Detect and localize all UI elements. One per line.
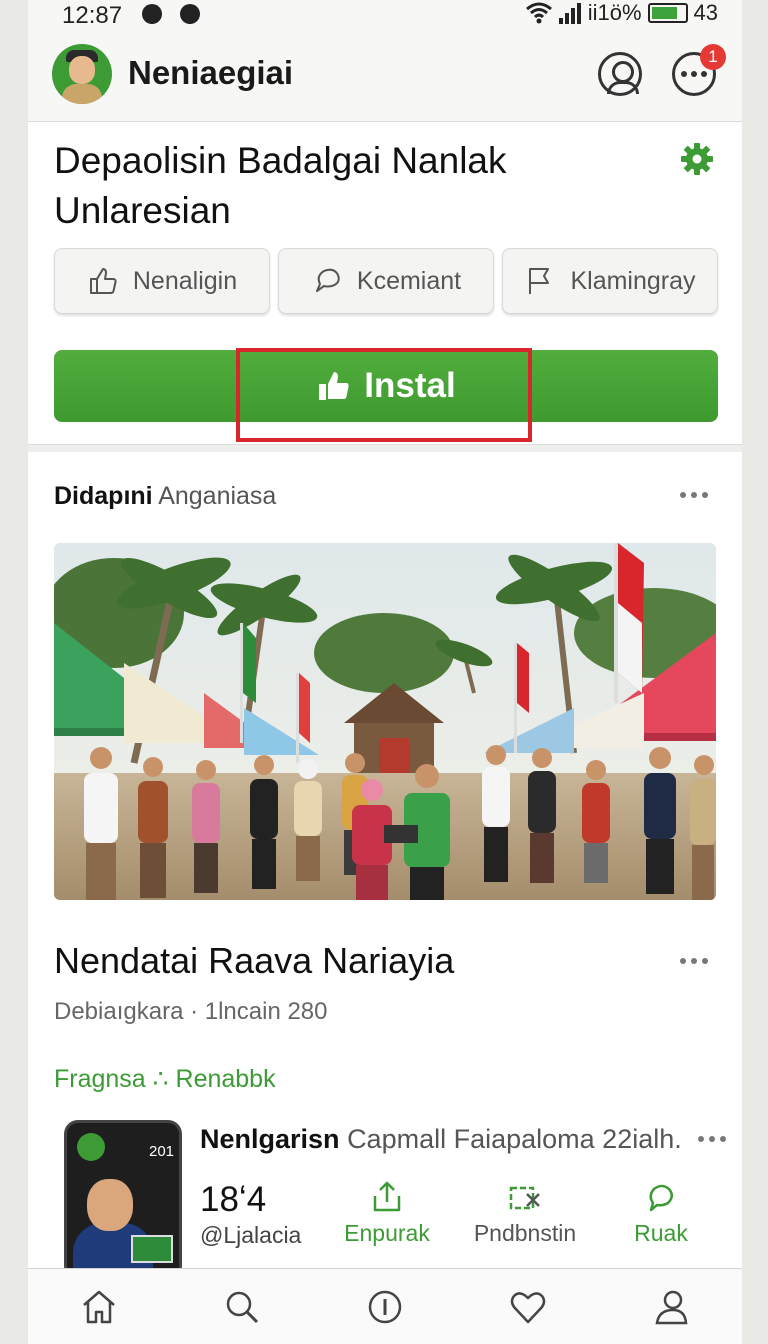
app-name: Neniaegiai xyxy=(128,54,294,91)
battery-text: ii1ö% xyxy=(587,0,642,25)
more-icon[interactable] xyxy=(680,492,708,498)
section-sub: Anganiasa xyxy=(158,482,277,510)
info-icon[interactable] xyxy=(365,1287,405,1327)
wifi-icon xyxy=(525,2,552,24)
status-time: 12:87 xyxy=(62,2,123,29)
reply-button[interactable]: Ruak xyxy=(606,1180,716,1247)
dismiss-button[interactable]: Pndbnstin xyxy=(470,1180,580,1247)
hide-icon xyxy=(509,1186,540,1210)
divider xyxy=(28,444,742,452)
share-icon xyxy=(373,1181,401,1212)
market-photo xyxy=(54,543,716,900)
comment-button[interactable]: Kcemiant xyxy=(278,248,494,314)
story-link[interactable]: Fragnsa ∴ Renabbk xyxy=(54,1064,276,1094)
section-name: Didapıni xyxy=(54,482,153,510)
status-extra: 43 xyxy=(693,0,718,25)
reply-label: Ruak xyxy=(634,1220,688,1246)
dismiss-label: Pndbnstin xyxy=(473,1220,577,1246)
story-title[interactable]: Nendatai Raava Nariayia xyxy=(54,940,454,982)
share-label: Enpurak xyxy=(344,1220,430,1246)
comment-icon xyxy=(315,268,340,292)
profile-icon[interactable] xyxy=(598,52,642,96)
record-icon xyxy=(180,4,200,24)
sub-post-count: 18ʻ4 xyxy=(200,1180,267,1219)
post-photo[interactable] xyxy=(54,543,716,900)
battery-icon xyxy=(647,3,688,23)
like-label: Nenaligin xyxy=(132,266,238,295)
sub-post-handle[interactable]: @Ljalacia xyxy=(200,1222,301,1249)
speech-bubble-icon xyxy=(649,1184,673,1212)
thumbs-up-icon xyxy=(89,268,117,294)
flag-icon xyxy=(529,268,550,294)
account-icon[interactable] xyxy=(651,1287,691,1327)
notification-icon xyxy=(142,4,162,24)
section-header: Didapıni Anganiasa xyxy=(54,482,276,511)
notification-badge: 1 xyxy=(700,44,726,70)
heart-icon[interactable] xyxy=(508,1287,548,1327)
sub-post-author[interactable]: Nenlgarisn xyxy=(200,1124,340,1154)
comment-label: Kcemiant xyxy=(356,266,462,295)
post-actions: Nenaligin Kcemiant Klamingray xyxy=(54,248,718,314)
sub-post-caption: Capmall Faiapaloma 22ialh. xyxy=(347,1124,682,1154)
flag-button[interactable]: Klamingray xyxy=(502,248,718,314)
like-button[interactable]: Nenaligin xyxy=(54,248,270,314)
signal-icon xyxy=(558,3,581,24)
sub-post-more-icon[interactable] xyxy=(698,1136,726,1142)
status-right: ii1ö% 43 xyxy=(525,0,718,26)
share-button[interactable]: Enpurak xyxy=(332,1180,442,1247)
story-more-icon[interactable] xyxy=(680,958,708,964)
sub-post-thumbnail[interactable]: 201 xyxy=(64,1120,182,1280)
app-header: Neniaegiai 1 xyxy=(28,30,742,122)
flag-label: Klamingray xyxy=(570,266,696,295)
bottom-nav xyxy=(28,1268,742,1344)
home-icon[interactable] xyxy=(79,1287,119,1327)
gear-icon[interactable] xyxy=(680,142,714,176)
sub-post-header: Nenlgarisn Capmall Faiapaloma 22ialh. xyxy=(200,1124,682,1155)
story-meta: Debiaıgkara · 1lncain 280 xyxy=(54,998,328,1025)
app-frame: 12:87 ii1ö% 43 Neniaegiai 1 Depaolisin B… xyxy=(28,0,742,1344)
page-title: Depaolisin Badalgai Nanlak Unlaresian xyxy=(54,140,507,231)
status-bar: 12:87 ii1ö% 43 xyxy=(28,0,742,30)
mini-avatar xyxy=(77,1133,105,1161)
highlight-box xyxy=(236,348,532,442)
search-icon[interactable] xyxy=(222,1287,262,1327)
avatar[interactable] xyxy=(52,44,112,104)
thumb-year: 201 xyxy=(149,1143,175,1160)
